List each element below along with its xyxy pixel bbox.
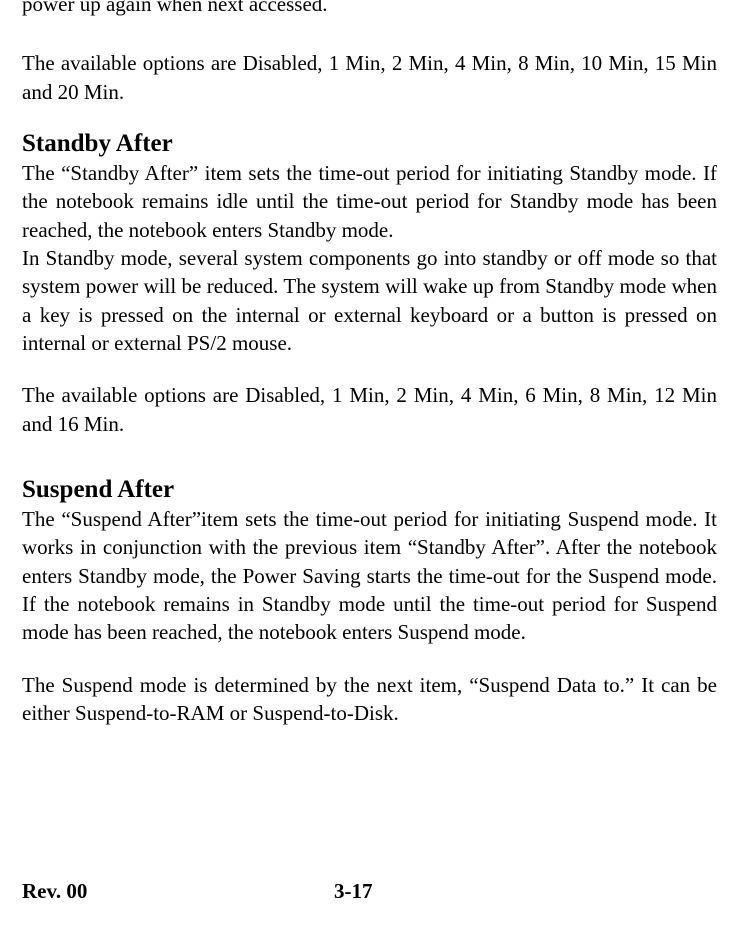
revision-label: Rev. 00	[22, 879, 334, 904]
page-number: 3-17	[334, 879, 373, 904]
suspend-paragraph-2: The Suspend mode is determined by the ne…	[22, 671, 717, 728]
heading-standby-after: Standby After	[22, 130, 717, 158]
standby-paragraph-1: The “Standby After” item sets the time-o…	[22, 159, 717, 244]
page-footer: Rev. 00 3-17	[22, 879, 717, 904]
cut-off-text: power up again when next accessed.	[22, 0, 717, 17]
options-paragraph-1: The available options are Disabled, 1 Mi…	[22, 49, 717, 106]
standby-paragraph-3: The available options are Disabled, 1 Mi…	[22, 381, 717, 438]
suspend-paragraph-1: The “Suspend After”item sets the time-ou…	[22, 505, 717, 647]
standby-paragraph-2: In Standby mode, several system componen…	[22, 244, 717, 357]
heading-suspend-after: Suspend After	[22, 476, 717, 504]
